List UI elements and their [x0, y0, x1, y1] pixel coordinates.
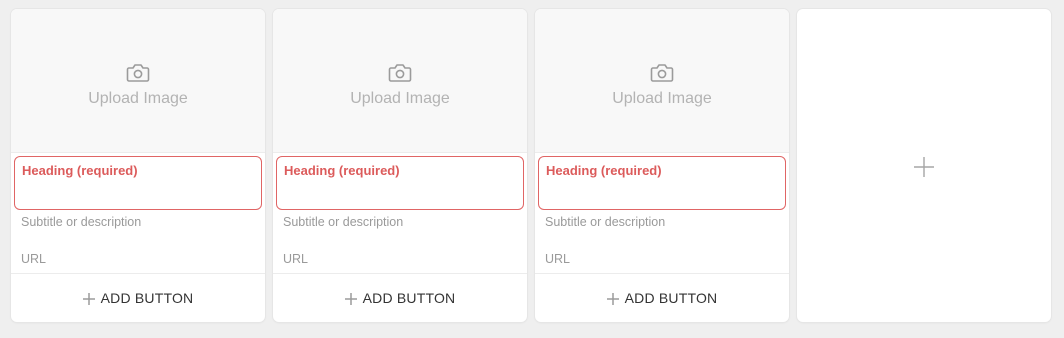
subtitle-input[interactable]: Subtitle or description [545, 215, 779, 233]
upload-image-area[interactable]: Upload Image [273, 9, 527, 153]
heading-placeholder: Heading (required) [22, 163, 138, 178]
heading-input[interactable]: Heading (required) [276, 156, 524, 210]
upload-image-area[interactable]: Upload Image [11, 9, 265, 153]
subtitle-input[interactable]: Subtitle or description [21, 215, 255, 233]
camera-icon [126, 64, 150, 82]
card-gallery: Upload Image Heading (required) Subtitle… [0, 0, 1064, 338]
url-input[interactable]: URL [21, 252, 255, 270]
plus-icon [914, 157, 934, 177]
upload-image-label: Upload Image [88, 90, 188, 107]
add-button[interactable]: ADD BUTTON [11, 274, 265, 322]
plus-icon [82, 292, 95, 305]
heading-placeholder: Heading (required) [546, 163, 662, 178]
plus-icon [344, 292, 357, 305]
subtitle-input[interactable]: Subtitle or description [283, 215, 517, 233]
gallery-card: Upload Image Heading (required) Subtitle… [535, 9, 789, 322]
add-button[interactable]: ADD BUTTON [535, 274, 789, 322]
add-card-button[interactable] [797, 9, 1051, 322]
url-input[interactable]: URL [545, 252, 779, 270]
camera-icon [388, 64, 412, 82]
heading-input[interactable]: Heading (required) [538, 156, 786, 210]
add-button-label: ADD BUTTON [624, 290, 718, 306]
upload-image-label: Upload Image [350, 90, 450, 107]
upload-image-area[interactable]: Upload Image [535, 9, 789, 153]
add-button-label: ADD BUTTON [100, 290, 194, 306]
camera-icon [650, 64, 674, 82]
heading-input[interactable]: Heading (required) [14, 156, 262, 210]
upload-image-label: Upload Image [612, 90, 712, 107]
gallery-card: Upload Image Heading (required) Subtitle… [273, 9, 527, 322]
gallery-card: Upload Image Heading (required) Subtitle… [11, 9, 265, 322]
plus-icon [606, 292, 619, 305]
add-button[interactable]: ADD BUTTON [273, 274, 527, 322]
heading-placeholder: Heading (required) [284, 163, 400, 178]
url-input[interactable]: URL [283, 252, 517, 270]
add-button-label: ADD BUTTON [362, 290, 456, 306]
